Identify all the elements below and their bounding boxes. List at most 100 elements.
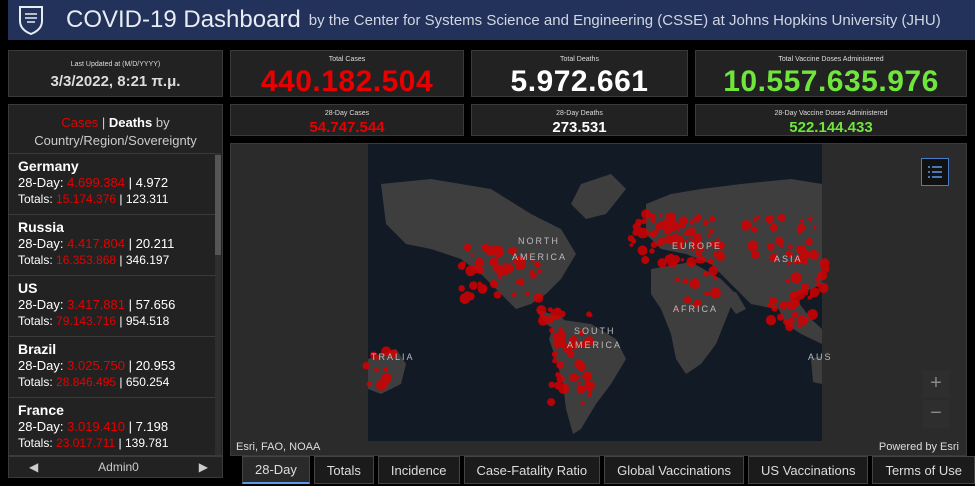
tab-terms-of-use[interactable]: Terms of Use	[872, 456, 975, 484]
case-marker[interactable]	[548, 381, 555, 388]
case-marker[interactable]	[641, 256, 650, 264]
case-marker[interactable]	[554, 335, 562, 343]
powered-by-esri[interactable]: Powered by Esri	[879, 441, 959, 453]
case-marker[interactable]	[551, 351, 558, 358]
case-marker[interactable]	[785, 278, 791, 283]
case-marker[interactable]	[716, 251, 725, 261]
case-marker[interactable]	[576, 375, 580, 379]
case-marker[interactable]	[549, 327, 555, 334]
case-marker[interactable]	[678, 221, 686, 229]
case-marker[interactable]	[629, 243, 634, 247]
case-marker[interactable]	[566, 350, 573, 357]
case-marker[interactable]	[808, 216, 813, 222]
case-marker[interactable]	[481, 243, 490, 252]
case-marker[interactable]	[770, 223, 778, 232]
case-marker[interactable]	[540, 315, 547, 321]
case-marker[interactable]	[771, 305, 778, 312]
case-marker[interactable]	[809, 293, 815, 298]
case-marker[interactable]	[779, 301, 788, 310]
case-marker[interactable]	[383, 367, 388, 372]
case-marker[interactable]	[650, 217, 656, 223]
chevron-left-icon[interactable]: ◀	[29, 460, 38, 474]
case-marker[interactable]	[381, 378, 389, 387]
case-marker[interactable]	[740, 220, 752, 231]
list-item[interactable]: US 28-Day: 3.417.881 | 57.656 Totals: 79…	[9, 275, 216, 336]
case-marker[interactable]	[554, 343, 560, 349]
case-marker[interactable]	[580, 401, 585, 406]
list-item[interactable]: Brazil 28-Day: 3.025.750 | 20.953 Totals…	[9, 336, 216, 397]
case-marker[interactable]	[655, 222, 663, 230]
case-marker[interactable]	[458, 285, 465, 292]
case-marker[interactable]	[497, 246, 503, 253]
case-marker[interactable]	[545, 316, 554, 324]
case-marker[interactable]	[808, 249, 819, 260]
case-marker[interactable]	[703, 271, 709, 277]
case-marker[interactable]	[530, 272, 537, 279]
case-marker[interactable]	[469, 281, 478, 290]
tab-incidence[interactable]: Incidence	[377, 456, 460, 484]
case-marker[interactable]	[553, 356, 557, 361]
case-marker[interactable]	[577, 381, 581, 385]
chevron-right-icon[interactable]: ▶	[199, 460, 208, 474]
case-marker[interactable]	[710, 287, 721, 299]
tab-case-fatality-ratio[interactable]: Case-Fatality Ratio	[463, 456, 601, 484]
case-marker[interactable]	[627, 235, 635, 242]
tab-global-vaccinations[interactable]: Global Vaccinations	[604, 456, 745, 484]
case-marker[interactable]	[713, 275, 717, 280]
case-marker[interactable]	[815, 282, 821, 288]
case-marker[interactable]	[807, 309, 818, 320]
map-canvas[interactable]: NORTH AMERICA EUROPE ASIA AFRICA SOUTH A…	[231, 144, 967, 456]
case-marker[interactable]	[803, 251, 810, 258]
case-marker[interactable]	[457, 262, 466, 270]
case-marker[interactable]	[555, 372, 561, 378]
case-marker[interactable]	[687, 227, 696, 237]
case-marker[interactable]	[584, 371, 588, 375]
list-item[interactable]: France 28-Day: 3.019.410 | 7.198 Totals:…	[9, 397, 216, 455]
case-marker[interactable]	[649, 231, 653, 236]
case-marker[interactable]	[673, 232, 679, 238]
case-marker[interactable]	[489, 280, 499, 289]
case-marker[interactable]	[649, 248, 655, 254]
case-marker[interactable]	[525, 291, 530, 296]
scrollbar-thumb[interactable]	[215, 155, 221, 255]
case-marker[interactable]	[751, 250, 760, 259]
case-marker[interactable]	[511, 292, 517, 298]
case-marker[interactable]	[536, 305, 547, 316]
case-marker[interactable]	[686, 257, 697, 267]
case-marker[interactable]	[800, 218, 804, 223]
list-item[interactable]: Russia 28-Day: 4.417.804 | 20.211 Totals…	[9, 214, 216, 275]
case-marker[interactable]	[668, 222, 678, 232]
case-marker[interactable]	[777, 313, 785, 321]
case-marker[interactable]	[533, 293, 544, 303]
case-marker[interactable]	[466, 292, 475, 301]
case-marker[interactable]	[498, 275, 503, 280]
case-marker[interactable]	[670, 255, 675, 260]
case-marker[interactable]	[650, 241, 658, 248]
case-marker[interactable]	[768, 296, 778, 305]
zoom-out-button[interactable]: −	[922, 400, 950, 428]
world-map[interactable]: NORTH AMERICA EUROPE ASIA AFRICA SOUTH A…	[230, 143, 967, 456]
case-marker[interactable]	[493, 291, 502, 299]
case-marker[interactable]	[657, 258, 667, 268]
tab-totals[interactable]: Totals	[313, 456, 374, 484]
case-marker[interactable]	[702, 220, 709, 226]
tab-us-vaccinations[interactable]: US Vaccinations	[748, 456, 869, 484]
case-marker[interactable]	[504, 264, 514, 273]
case-marker[interactable]	[774, 236, 784, 245]
case-marker[interactable]	[767, 243, 775, 251]
case-marker[interactable]	[790, 272, 802, 284]
case-marker[interactable]	[657, 243, 661, 247]
case-marker[interactable]	[680, 258, 684, 262]
case-marker[interactable]	[586, 311, 592, 317]
case-marker[interactable]	[756, 215, 761, 220]
case-marker[interactable]	[796, 228, 803, 235]
case-marker[interactable]	[547, 398, 556, 407]
case-marker[interactable]	[682, 278, 689, 285]
case-marker[interactable]	[696, 214, 703, 221]
case-marker[interactable]	[641, 209, 651, 219]
case-marker[interactable]	[751, 226, 758, 233]
case-marker[interactable]	[576, 384, 586, 394]
case-marker[interactable]	[805, 238, 813, 246]
case-marker[interactable]	[362, 362, 370, 370]
case-marker[interactable]	[537, 268, 543, 274]
